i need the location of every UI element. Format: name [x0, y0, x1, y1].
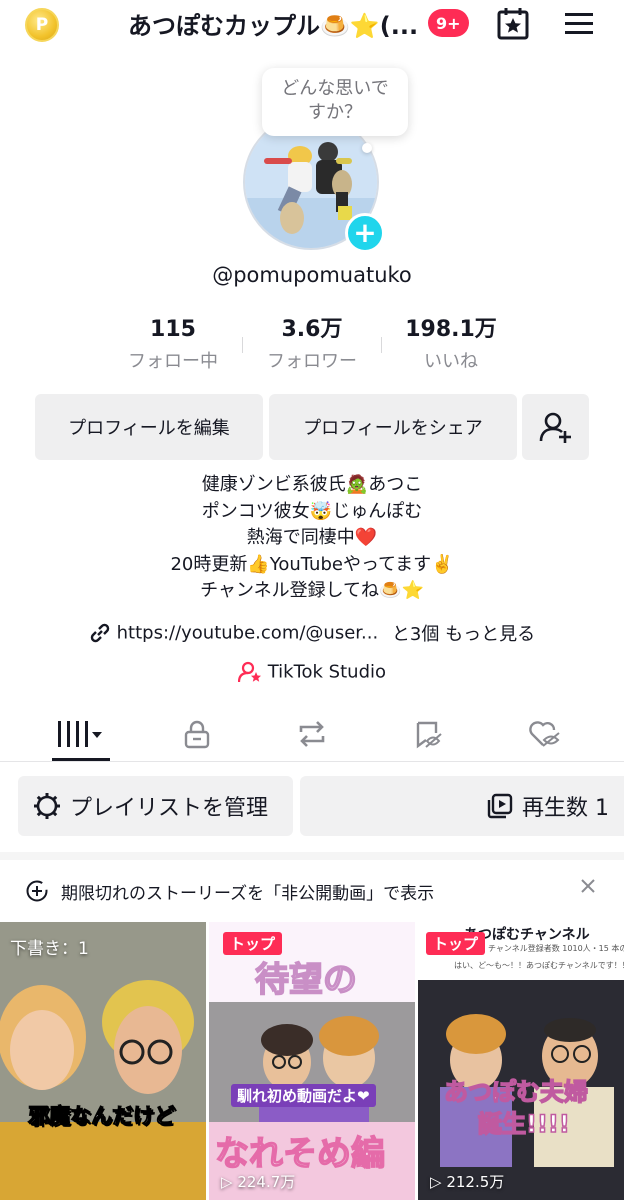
menu-icon[interactable]: [563, 9, 595, 39]
stat-likes[interactable]: 198.1万 いいね: [396, 315, 506, 379]
link-more[interactable]: もっと見る: [445, 624, 535, 645]
coin-label: P: [35, 15, 49, 35]
view-count-value: 224.7万: [237, 1173, 296, 1191]
stat-followers[interactable]: 3.6万 フォロワー: [257, 315, 367, 379]
link-icon: [90, 623, 110, 643]
tab-liked[interactable]: [482, 706, 607, 762]
top-bar: P あつぽむカップル🍮⭐(... 9+: [0, 0, 624, 50]
liked-hidden-icon: [528, 721, 560, 747]
coin-icon[interactable]: P: [25, 8, 59, 42]
bubble-dot: [362, 143, 372, 153]
profile-link[interactable]: https://youtube.com/@user... と3個 もっと見る: [0, 620, 624, 646]
video-thumbnail[interactable]: あつぽむチャンネル チャンネル登録者数 1010人・15 本の動画 はい、ど〜も…: [418, 922, 624, 1200]
story-notice[interactable]: 期限切れのストーリーズを「非公開動画」で表示: [0, 852, 624, 922]
content-tabs: [0, 706, 624, 762]
story-notice-text: 期限切れのストーリーズを「非公開動画」で表示: [61, 883, 435, 904]
username: @pomupomuatuko: [212, 263, 412, 287]
channel-sub-text-2: はい、ど〜も〜！！あつぽむチャンネルです！！: [454, 961, 624, 970]
stat-following[interactable]: 115 フォロー中: [118, 315, 228, 379]
repost-icon: [299, 721, 324, 747]
tiktok-studio-link[interactable]: TikTok Studio: [0, 660, 624, 684]
stat-following-label: フォロー中: [128, 351, 218, 372]
add-person-icon: [539, 412, 571, 443]
stat-divider: [381, 337, 382, 353]
studio-icon: [237, 661, 261, 683]
edit-profile-button[interactable]: プロフィールを編集: [35, 394, 263, 460]
tab-videos[interactable]: [17, 706, 142, 762]
video-caption-top: 待望の: [254, 959, 358, 1001]
link-extra: と3個: [391, 624, 440, 645]
video-caption: あつぽむ夫婦: [443, 1077, 589, 1107]
gear-icon: [34, 793, 60, 819]
lock-icon: [184, 720, 209, 749]
stat-divider: [242, 337, 243, 353]
video-caption-bottom: なれそめ編: [214, 1133, 386, 1175]
active-tab-indicator: [52, 758, 110, 761]
manage-playlist-label: プレイリストを管理: [70, 796, 269, 821]
story-plus-icon: [26, 880, 48, 902]
playlist-play-icon: [487, 793, 513, 819]
tab-tagged[interactable]: [366, 706, 491, 762]
studio-label: TikTok Studio: [267, 661, 387, 683]
bio-line: 熱海で同棲中❤️: [246, 527, 378, 548]
bio: 健康ゾンビ系彼氏🧟あつこ ポンコツ彼女🤯じゅんぽむ 熱海で同棲中❤️ 20時更新…: [0, 472, 624, 605]
video-thumbnail[interactable]: トップ 待望の 馴れ初め動画だよ❤ なれそめ編 ▷ 224.7万: [209, 922, 415, 1200]
stat-followers-value: 3.6万: [281, 317, 343, 342]
views-playlist-label: 再生数 1: [522, 796, 609, 821]
manage-playlist-button[interactable]: プレイリストを管理: [18, 776, 293, 836]
stat-likes-label: いいね: [424, 351, 478, 372]
share-profile-button[interactable]: プロフィールをシェア: [269, 394, 517, 460]
views-playlist-button[interactable]: 再生数 1: [300, 776, 624, 836]
view-count-value: 212.5万: [446, 1173, 505, 1191]
view-count: ▷ 224.7万: [221, 1173, 296, 1191]
video-thumbnail[interactable]: 下書き：1 邪魔なんだけど: [0, 922, 206, 1200]
bio-line: 20時更新👍YouTubeやってます✌️: [170, 553, 454, 575]
tag-hidden-icon: [416, 721, 442, 749]
calendar-star-icon[interactable]: [495, 6, 531, 42]
thought-bubble-text: どんな思いですか？: [281, 78, 389, 123]
notification-badge[interactable]: 9+: [428, 9, 469, 37]
stat-followers-label: フォロワー: [267, 351, 357, 372]
video-thumbnail-image: [0, 922, 206, 1200]
stat-following-value: 115: [150, 317, 196, 342]
top-badge: トップ: [426, 932, 486, 955]
tab-private[interactable]: [134, 706, 259, 762]
thought-bubble[interactable]: どんな思いですか？: [262, 68, 408, 136]
add-friend-button[interactable]: [522, 394, 589, 460]
video-grid: 下書き：1 邪魔なんだけど トップ 待望の 馴れ初め動画だよ❤ なれそめ編 ▷ …: [0, 922, 624, 1200]
video-caption-2: 誕生!!!!: [477, 1109, 570, 1139]
bio-line: チャンネル登録してね🍮⭐: [200, 580, 424, 601]
grid-icon: [57, 721, 102, 747]
stats: 115 フォロー中 3.6万 フォロワー 198.1万 いいね: [0, 315, 624, 377]
video-caption: 邪魔なんだけど: [28, 1104, 176, 1129]
video-caption-mid: 馴れ初め動画だよ❤: [231, 1084, 376, 1107]
bio-line: ポンコツ彼女🤯じゅんぽむ: [201, 500, 423, 522]
channel-sub-text: チャンネル登録者数 1010人・15 本の動画: [488, 944, 624, 953]
add-avatar-button[interactable]: +: [345, 213, 385, 253]
link-url[interactable]: https://youtube.com/@user...: [117, 623, 379, 644]
view-count: ▷ 212.5万: [430, 1173, 505, 1191]
tab-reposts[interactable]: [249, 706, 374, 762]
profile-title[interactable]: あつぽむカップル🍮⭐(...: [128, 6, 424, 41]
close-icon[interactable]: [579, 877, 597, 895]
stat-likes-value: 198.1万: [405, 317, 497, 342]
draft-badge: 下書き：1: [10, 939, 89, 959]
bio-line: 健康ゾンビ系彼氏🧟あつこ: [201, 474, 423, 495]
